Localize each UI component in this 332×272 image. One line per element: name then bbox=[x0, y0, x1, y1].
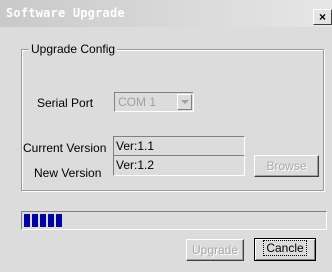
close-button[interactable]: × bbox=[313, 9, 332, 25]
cancel-button[interactable]: Cancle bbox=[254, 238, 316, 261]
progress-chunk bbox=[32, 214, 38, 227]
serial-port-value: COM 1 bbox=[118, 95, 157, 109]
progress-chunk bbox=[24, 214, 30, 227]
new-version-value: Ver:1.2 bbox=[116, 158, 155, 172]
new-version-field[interactable]: Ver:1.2 bbox=[113, 155, 245, 176]
chevron-down-icon[interactable] bbox=[177, 94, 192, 110]
serial-port-label: Serial Port bbox=[37, 96, 94, 110]
serial-port-select[interactable]: COM 1 bbox=[114, 92, 194, 112]
new-version-label: New Version bbox=[34, 166, 102, 180]
group-legend: Upgrade Config bbox=[29, 42, 118, 56]
progress-chunk bbox=[40, 214, 46, 227]
title-bar[interactable]: Software Upgrade bbox=[0, 0, 332, 27]
current-version-value: Ver:1.1 bbox=[116, 139, 155, 153]
upgrade-button[interactable]: Upgrade bbox=[186, 239, 244, 261]
current-version-label: Current Version bbox=[23, 141, 107, 155]
upgrade-progress-bar bbox=[21, 211, 327, 230]
progress-fill bbox=[24, 214, 62, 227]
window-title: Software Upgrade bbox=[6, 6, 125, 20]
close-icon: × bbox=[318, 10, 326, 24]
progress-chunk bbox=[48, 214, 54, 227]
cancel-button-label: Cancle bbox=[263, 240, 307, 256]
progress-chunk bbox=[56, 214, 62, 227]
browse-button[interactable]: Browse bbox=[254, 155, 319, 177]
current-version-field[interactable]: Ver:1.1 bbox=[113, 136, 245, 157]
